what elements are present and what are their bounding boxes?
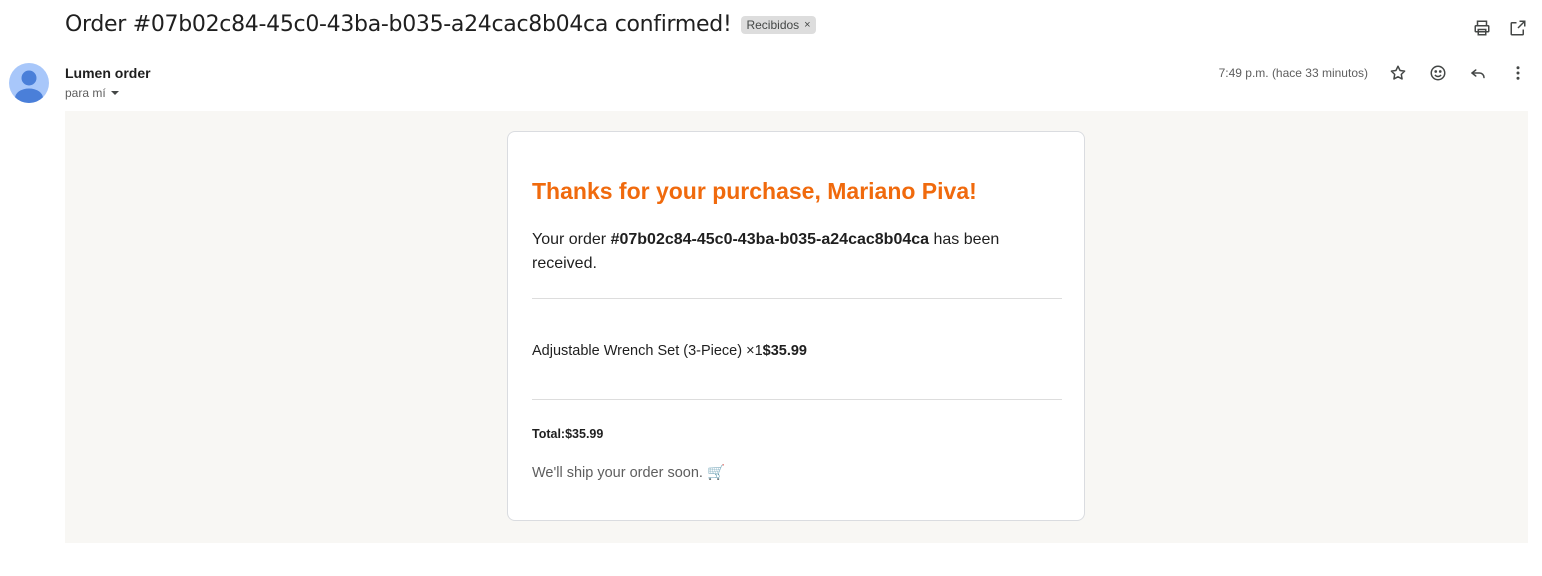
divider-bottom xyxy=(532,399,1062,400)
subject-row: Order #07b02c84-45c0-43ba-b035-a24cac8b0… xyxy=(65,12,816,37)
star-icon xyxy=(1390,65,1406,80)
person-icon xyxy=(15,70,43,103)
divider-top xyxy=(532,298,1062,299)
open-in-new-window-button[interactable] xyxy=(1508,18,1528,38)
order-card: Thanks for your purchase, Mariano Piva! … xyxy=(507,131,1085,521)
print-button[interactable] xyxy=(1472,18,1492,38)
star-button[interactable] xyxy=(1388,63,1408,83)
order-item: Adjustable Wrench Set (3-Piece) ×1$35.99 xyxy=(532,343,807,359)
order-total: Total:$35.99 xyxy=(532,427,603,441)
order-id: #07b02c84-45c0-43ba-b035-a24cac8b04ca xyxy=(610,231,930,248)
remove-label-icon[interactable]: × xyxy=(804,19,810,31)
order-prefix: Your order xyxy=(532,231,611,248)
recipient-details-toggle[interactable]: para mí xyxy=(65,86,120,100)
reply-icon xyxy=(1471,69,1485,79)
recipient-label: para mí xyxy=(65,86,106,100)
more-vert-icon xyxy=(1516,66,1520,80)
open-in-new-window-icon xyxy=(1510,20,1526,36)
email-subject: Order #07b02c84-45c0-43ba-b035-a24cac8b0… xyxy=(65,12,732,37)
shipping-message: We'll ship your order soon. 🛒 xyxy=(532,465,726,481)
item-description: Adjustable Wrench Set (3-Piece) ×1 xyxy=(532,343,763,359)
reply-button[interactable] xyxy=(1468,63,1488,83)
caret-down-icon xyxy=(110,91,119,95)
print-icon xyxy=(1474,20,1490,36)
message-actions xyxy=(1388,63,1528,83)
label-text: Recibidos xyxy=(746,17,800,32)
inbox-label-chip[interactable]: Recibidos × xyxy=(741,15,816,34)
email-body: Thanks for your purchase, Mariano Piva! … xyxy=(65,111,1528,543)
message-time: 7:49 p.m. (hace 33 minutos) xyxy=(1218,66,1368,80)
add-reaction-button[interactable] xyxy=(1428,63,1448,83)
order-received-text: Your order #07b02c84-45c0-43ba-b035-a24c… xyxy=(532,228,1052,276)
sender-name[interactable]: Lumen order xyxy=(65,65,151,81)
sender-avatar[interactable] xyxy=(9,63,49,103)
thanks-heading: Thanks for your purchase, Mariano Piva! xyxy=(532,178,977,204)
emoji-icon xyxy=(1430,65,1446,81)
total-value: $35.99 xyxy=(565,427,604,441)
more-options-button[interactable] xyxy=(1508,63,1528,83)
total-label: Total: xyxy=(532,427,566,441)
thread-actions xyxy=(1472,18,1528,38)
item-price: $35.99 xyxy=(762,343,807,359)
